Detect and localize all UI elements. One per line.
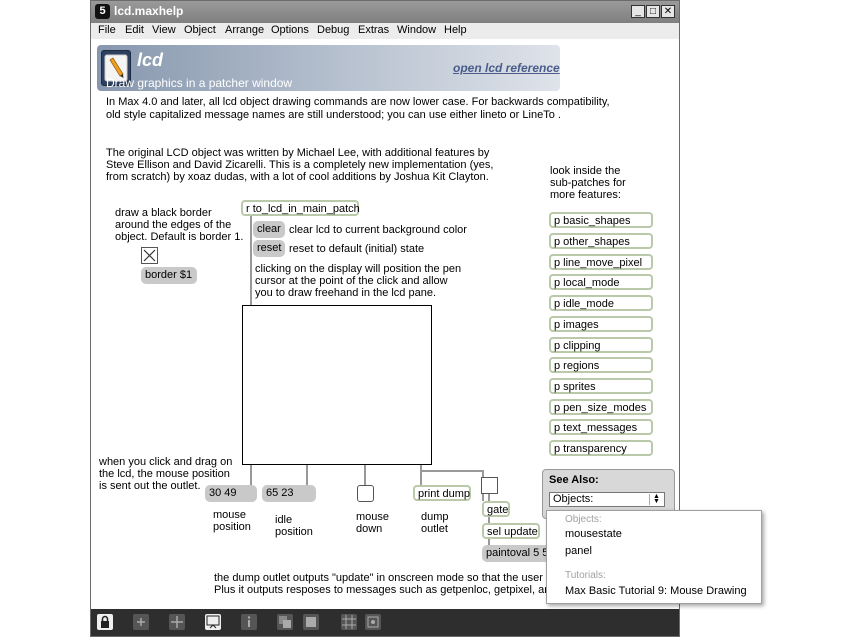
subpatch-transparency[interactable]: p transparency <box>549 440 653 456</box>
window-title: lcd.maxhelp <box>114 4 184 18</box>
see-also-select[interactable]: Objects: ▲ ▼ <box>549 492 665 507</box>
see-also-title: See Also: <box>549 474 599 486</box>
menu-view[interactable]: View <box>152 24 176 36</box>
idle-position-message[interactable]: 65 23 <box>262 485 316 502</box>
presentation-icon[interactable] <box>205 614 221 630</box>
subpatch-sprites[interactable]: p sprites <box>549 378 653 394</box>
dropdown-tutorials-header: Tutorials: <box>565 570 606 581</box>
subpatch-other-shapes[interactable]: p other_shapes <box>549 233 653 249</box>
menu-edit[interactable]: Edit <box>125 24 144 36</box>
subpatch-local-mode[interactable]: p local_mode <box>549 274 653 290</box>
print-dump-object[interactable]: print dump <box>413 485 471 501</box>
info-icon[interactable] <box>241 614 257 630</box>
max-app-icon: 5 <box>95 4 110 19</box>
menu-bar: File Edit View Object Arrange Options De… <box>91 23 679 39</box>
see-also-selected-value: Objects: <box>553 493 594 505</box>
lcd-drawing-pane[interactable] <box>242 305 432 465</box>
subpatch-icon[interactable] <box>303 614 319 630</box>
dropdown-item-mousestate[interactable]: mousestate <box>565 528 622 540</box>
menu-arrange[interactable]: Arrange <box>225 24 264 36</box>
add-icon[interactable] <box>133 614 149 630</box>
menu-help[interactable]: Help <box>444 24 467 36</box>
subpatch-basic-shapes[interactable]: p basic_shapes <box>549 212 653 228</box>
sel-update-object[interactable]: sel update <box>482 523 540 539</box>
menu-object[interactable]: Object <box>184 24 216 36</box>
menu-options[interactable]: Options <box>271 24 309 36</box>
subpatch-idle-mode[interactable]: p idle_mode <box>549 295 653 311</box>
drag-text-3: is sent out the outlet. <box>99 480 201 492</box>
maximize-button[interactable]: □ <box>646 5 660 18</box>
updown-arrow-icon: ▲ ▼ <box>649 493 663 505</box>
menu-window[interactable]: Window <box>397 24 436 36</box>
patcher-toolbar <box>91 609 679 636</box>
subpatch-text-messages[interactable]: p text_messages <box>549 419 653 435</box>
subpatch-images[interactable]: p images <box>549 316 653 332</box>
see-also-dropdown-menu: Objects: mousestate panel Tutorials: Max… <box>546 510 762 604</box>
subpatch-clipping[interactable]: p clipping <box>549 337 653 353</box>
subpatch-regions[interactable]: p regions <box>549 357 653 373</box>
paintoval-message[interactable]: paintoval 5 5 <box>482 545 554 562</box>
menu-debug[interactable]: Debug <box>317 24 349 36</box>
snap-icon[interactable] <box>365 614 381 630</box>
minimize-button[interactable]: _ <box>631 5 645 18</box>
mouse-down-bang[interactable] <box>357 485 374 502</box>
gate-toggle[interactable] <box>481 477 498 494</box>
subpatch-pen-size-modes[interactable]: p pen_size_modes <box>549 399 653 415</box>
gate-object[interactable]: gate <box>482 501 510 517</box>
subpatch-line-move-pixel[interactable]: p line_move_pixel <box>549 254 653 270</box>
dropdown-item-tutorial-9[interactable]: Max Basic Tutorial 9: Mouse Drawing <box>565 585 747 597</box>
mouse-position-message[interactable]: 30 49 <box>205 485 257 502</box>
title-bar[interactable]: 5 lcd.maxhelp _ □ ✕ <box>91 1 679 23</box>
grid-icon[interactable] <box>341 614 357 630</box>
dump-note-2: Plus it outputs resposes to messages suc… <box>214 584 551 596</box>
move-icon[interactable] <box>169 614 185 630</box>
dump-outlet-label-2: outlet <box>421 523 448 535</box>
mouse-position-label-2: position <box>213 521 251 533</box>
dropdown-item-panel[interactable]: panel <box>565 545 592 557</box>
dropdown-objects-header: Objects: <box>565 514 602 525</box>
mouse-down-label-2: down <box>356 523 383 535</box>
idle-position-label-2: position <box>275 526 313 538</box>
menu-file[interactable]: File <box>98 24 116 36</box>
group-icon[interactable] <box>277 614 293 630</box>
close-button[interactable]: ✕ <box>661 5 675 18</box>
menu-extras[interactable]: Extras <box>358 24 389 36</box>
lock-icon[interactable] <box>97 614 113 630</box>
